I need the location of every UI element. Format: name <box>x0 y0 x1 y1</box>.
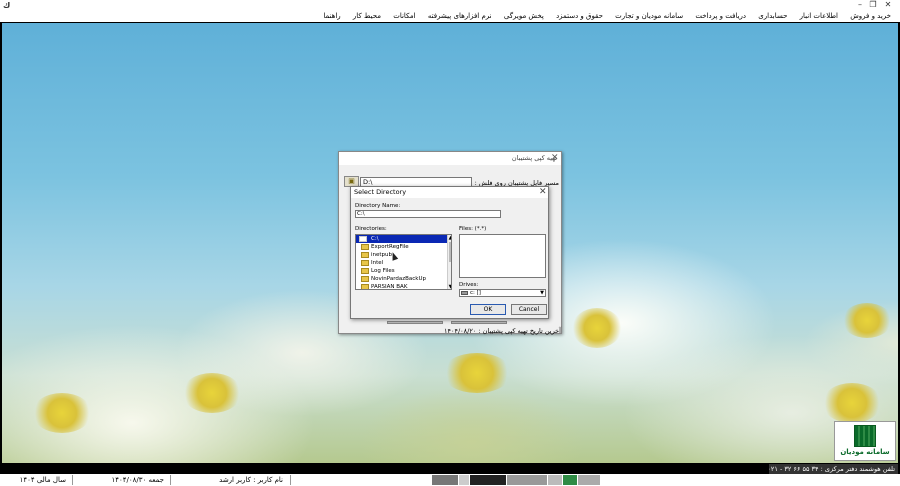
backup-close-icon[interactable]: ✕ <box>551 153 559 163</box>
status-divider <box>170 475 171 485</box>
status-indicator <box>432 475 458 485</box>
current-user: نام کاربر : کاربر ارشد <box>219 476 283 484</box>
backup-dialog-title: تهیه کپی پشتیبان <box>339 152 561 165</box>
directory-name-input[interactable]: C:\ <box>355 210 501 218</box>
current-date: جمعه ۱۴۰۴/۰۸/۳۰ <box>111 476 164 484</box>
drive-select[interactable]: c: [] ▼ <box>459 289 546 297</box>
flower-center <box>182 373 242 413</box>
folder-icon <box>361 252 369 258</box>
flower-center <box>822 383 882 423</box>
drive-folder-icon <box>359 236 367 242</box>
directory-item[interactable]: inetpub <box>356 251 451 259</box>
flower-center <box>32 393 92 433</box>
menu-tools[interactable]: امکانات <box>388 10 420 22</box>
flower-center <box>442 353 512 393</box>
menu-accounting[interactable]: حسابداری <box>753 10 792 22</box>
last-backup-date: آخرین تاریخ تهیه کپی پشتیبان : ۱۴۰۴/۰۸/۲… <box>444 327 561 335</box>
status-indicator <box>459 475 469 485</box>
scroll-thumb[interactable] <box>449 242 451 262</box>
menu-receipts-payments[interactable]: دریافت و پرداخت <box>690 10 751 22</box>
menu-help[interactable]: راهنما <box>318 10 345 22</box>
backup-action-button[interactable] <box>387 321 443 324</box>
folder-icon <box>361 244 369 250</box>
scroll-down-icon[interactable]: ▼ <box>448 284 451 289</box>
status-divider <box>72 475 73 485</box>
backup-action-button[interactable] <box>451 321 507 324</box>
flower-center <box>572 308 622 348</box>
select-directory-close-icon[interactable]: ✕ <box>539 187 547 197</box>
directory-item[interactable]: NovinPardazBackUp <box>356 275 451 283</box>
logo-text: سامانه مودیان <box>840 448 890 456</box>
cancel-button[interactable]: Cancel <box>511 304 547 315</box>
menu-inventory[interactable]: اطلاعات انبار <box>795 10 843 22</box>
menu-bar: خرید و فروش اطلاعات انبار حسابداری دریاف… <box>0 10 900 22</box>
drives-label: Drives: <box>459 282 479 288</box>
status-indicator <box>470 475 506 485</box>
ok-button[interactable]: OK <box>470 304 506 315</box>
support-phone: تلفن هوشمند دفتر مرکزی : ۳۴ ۵۵ ۶۶ ۳۲ - ۰… <box>769 464 898 474</box>
directory-item[interactable]: ExportRegFile <box>356 243 451 251</box>
status-indicator <box>563 475 577 485</box>
status-divider <box>290 475 291 485</box>
menu-advanced-software[interactable]: نرم افزارهای پیشرفته <box>423 10 497 22</box>
scroll-up-icon[interactable]: ▲ <box>448 235 451 241</box>
logo-emblem-icon <box>854 425 876 447</box>
directory-item[interactable]: Log Files <box>356 267 451 275</box>
select-directory-dialog: Select Directory ✕ Directory Name: C:\ D… <box>350 186 549 319</box>
app-icon: ﻙ <box>3 1 11 10</box>
status-bar: سال مالی ۱۴۰۴ جمعه ۱۴۰۴/۰۸/۳۰ نام کاربر … <box>0 474 900 486</box>
status-indicator <box>507 475 547 485</box>
directories-label: Directories: <box>355 226 387 232</box>
menu-taxpayers-system[interactable]: سامانه مودیان و تجارت <box>610 10 688 22</box>
title-bar: ﻙ – ❐ ✕ <box>0 0 900 10</box>
directory-item[interactable]: PARSIAN BAK <box>356 283 451 289</box>
menu-payroll[interactable]: حقوق و دستمزد <box>551 10 608 22</box>
minimize-button[interactable]: – <box>853 0 867 10</box>
status-indicator <box>548 475 562 485</box>
chevron-down-icon[interactable]: ▼ <box>540 290 544 297</box>
directories-scrollbar[interactable]: ▲ ▼ <box>447 235 451 289</box>
folder-icon <box>361 276 369 282</box>
directory-item[interactable]: Intel <box>356 259 451 267</box>
files-label: Files: (*.*) <box>459 226 487 232</box>
drive-icon <box>461 290 468 295</box>
flower-center <box>842 303 892 338</box>
select-directory-title: Select Directory <box>351 187 548 198</box>
folder-icon <box>361 268 369 274</box>
directory-name-label: Directory Name: <box>355 203 401 209</box>
restore-button[interactable]: ❐ <box>866 0 880 10</box>
fiscal-year: سال مالی ۱۴۰۴ <box>19 476 66 484</box>
folder-icon <box>361 284 369 289</box>
taxpayers-logo[interactable]: سامانه مودیان <box>834 421 896 461</box>
status-indicator <box>578 475 600 485</box>
files-list[interactable] <box>459 234 546 278</box>
menu-sales[interactable]: خرید و فروش <box>845 10 896 22</box>
directories-list[interactable]: C:\ ExportRegFile inetpub Intel Log File… <box>355 234 452 290</box>
close-window-button[interactable]: ✕ <box>881 0 895 10</box>
folder-icon <box>361 260 369 266</box>
menu-distribution[interactable]: پخش مویرگی <box>499 10 549 22</box>
menu-workspace[interactable]: محیط کار <box>348 10 386 22</box>
directory-item[interactable]: C:\ <box>356 235 451 243</box>
